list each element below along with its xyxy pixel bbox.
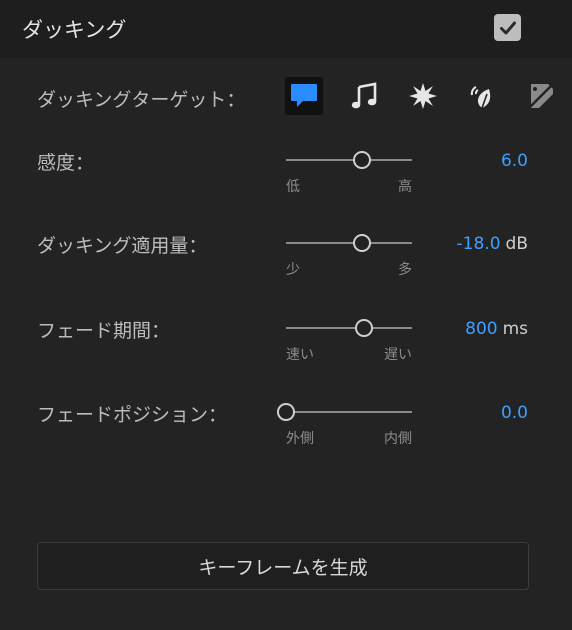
fade-position-label: フェードポジション：	[37, 404, 228, 426]
sensitivity-value-number[interactable]: 6.0	[501, 151, 528, 171]
fade-duration-min-label: 速い	[286, 347, 314, 363]
sensitivity-slider-thumb[interactable]	[352, 151, 371, 169]
fade-duration-slider-track[interactable]	[286, 327, 412, 329]
fade-position-max-label: 内側	[384, 431, 412, 447]
sensitivity-value[interactable]: 6.0	[501, 151, 528, 171]
generate-keyframes-button[interactable]: キーフレームを生成	[37, 542, 529, 590]
fade-duration-slider[interactable]	[286, 318, 412, 338]
fade-duration-slider-thumb[interactable]	[355, 319, 374, 337]
ducking-header: ダッキング	[0, 0, 572, 58]
checkmark-icon	[499, 21, 516, 34]
reduce-by-min-label: 少	[286, 262, 300, 278]
target-sfx-button[interactable]	[404, 77, 442, 115]
fade-position-slider-thumb[interactable]	[277, 403, 295, 421]
sensitivity-max-label: 高	[398, 179, 412, 195]
dialogue-icon	[291, 84, 317, 107]
ducking-target-label: ダッキングターゲット：	[37, 89, 246, 111]
target-ambience-button[interactable]	[463, 77, 501, 115]
target-music-button[interactable]	[345, 77, 383, 115]
sensitivity-min-label: 低	[286, 179, 300, 195]
fade-duration-value-number[interactable]: 800	[465, 319, 497, 339]
reduce-by-value[interactable]: -18.0 dB	[457, 234, 528, 254]
reduce-by-label: ダッキング適用量：	[37, 235, 208, 257]
ducking-enable-checkbox[interactable]	[494, 14, 521, 41]
reduce-by-slider[interactable]	[286, 233, 412, 253]
fade-duration-max-label: 遅い	[384, 347, 412, 363]
target-unassigned-button[interactable]	[522, 77, 560, 115]
fade-duration-label: フェード期間：	[37, 320, 171, 342]
reduce-by-slider-thumb[interactable]	[352, 234, 371, 252]
reduce-by-value-unit: dB	[505, 234, 528, 254]
fade-position-slider-track[interactable]	[286, 411, 412, 413]
fade-position-min-label: 外側	[286, 431, 314, 447]
sensitivity-slider[interactable]	[286, 150, 412, 170]
fade-duration-value-unit: ms	[502, 319, 528, 339]
ducking-title: ダッキング	[22, 18, 127, 42]
ducking-panel: ダッキング ダッキングターゲット： 感度： 低 高 6.0 ダッキング適用量： …	[0, 0, 572, 630]
fade-position-value[interactable]: 0.0	[501, 403, 528, 423]
fade-position-slider[interactable]	[277, 402, 412, 422]
music-icon	[351, 82, 377, 109]
unassigned-icon	[528, 83, 554, 109]
fade-duration-value[interactable]: 800 ms	[465, 319, 528, 339]
ambience-icon	[470, 86, 491, 109]
reduce-by-slider-track[interactable]	[286, 242, 412, 244]
sfx-icon	[409, 83, 437, 109]
sensitivity-label: 感度：	[37, 152, 95, 174]
sensitivity-slider-track[interactable]	[286, 159, 412, 161]
target-dialogue-button[interactable]	[285, 77, 323, 115]
fade-position-value-number[interactable]: 0.0	[501, 403, 528, 423]
reduce-by-max-label: 多	[398, 262, 412, 278]
reduce-by-value-number[interactable]: -18.0	[457, 234, 501, 254]
